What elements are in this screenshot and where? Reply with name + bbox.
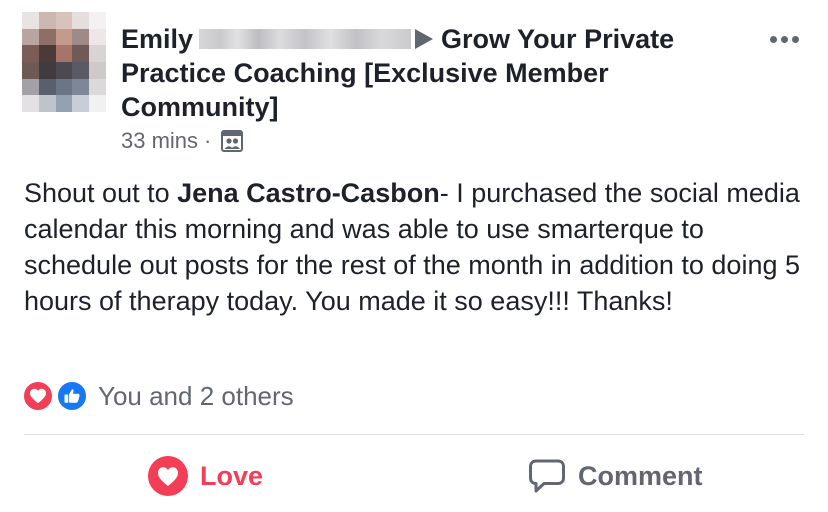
more-options-icon[interactable] bbox=[770, 36, 799, 43]
feed-post: Emily Grow Your Private Practice Coaching… bbox=[0, 0, 828, 512]
reaction-count-text: You and 2 others bbox=[98, 380, 294, 411]
post-body: Shout out to Jena Castro-Casbon- I purch… bbox=[24, 175, 804, 319]
comment-button[interactable]: Comment bbox=[528, 452, 703, 500]
divider bbox=[24, 434, 804, 435]
love-reaction-icon bbox=[22, 380, 54, 412]
like-reaction-icon bbox=[56, 380, 88, 412]
post-actions: Love Comment bbox=[0, 452, 828, 500]
love-button-label: Love bbox=[200, 460, 264, 491]
reaction-summary[interactable]: You and 2 others bbox=[22, 380, 294, 412]
post-timestamp[interactable]: 33 mins bbox=[121, 128, 198, 154]
redacted-surname bbox=[199, 28, 412, 49]
comment-bubble-icon bbox=[529, 459, 565, 493]
post-body-intro: Shout out to bbox=[24, 178, 178, 208]
comment-button-label: Comment bbox=[578, 460, 703, 491]
post-meta: 33 mins · bbox=[121, 128, 244, 154]
avatar[interactable] bbox=[22, 12, 106, 112]
meta-separator: · bbox=[204, 128, 212, 153]
post-header: Emily Grow Your Private Practice Coaching… bbox=[121, 22, 741, 124]
group-audience-icon bbox=[221, 130, 244, 152]
author-name[interactable]: Emily bbox=[121, 24, 193, 54]
mention-link[interactable]: Jena Castro-Casbon bbox=[177, 178, 440, 208]
love-button[interactable]: Love bbox=[148, 452, 263, 500]
shared-to-arrow-icon bbox=[415, 28, 434, 49]
heart-icon bbox=[148, 456, 188, 496]
